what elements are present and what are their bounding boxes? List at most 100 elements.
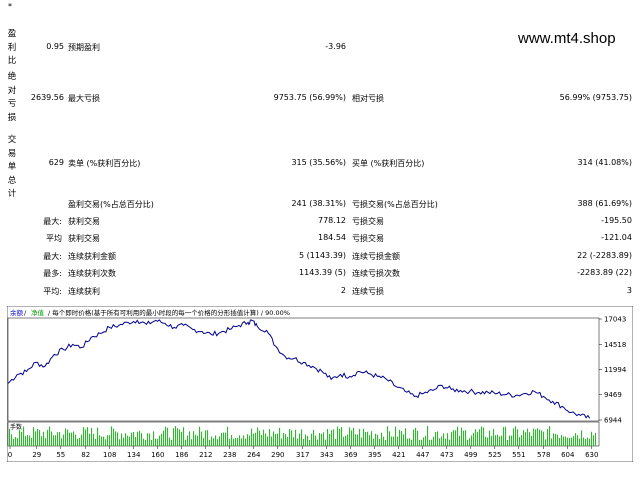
volume-bar (57, 432, 59, 446)
volume-bar (201, 431, 203, 446)
row-label-2: 最大亏损 (68, 94, 100, 103)
volume-bar (41, 436, 43, 446)
x-tick-label: 604 (561, 451, 575, 459)
x-tick-label: 82 (81, 451, 90, 459)
volume-bar (81, 434, 83, 446)
row-label-3: 连续亏损次数 (352, 269, 400, 278)
volume-bar (279, 427, 281, 446)
volume-bar (47, 430, 49, 446)
x-tick-label: 0 (8, 451, 12, 459)
volume-bar (531, 435, 533, 446)
volume-bar (415, 427, 417, 446)
x-tick-label: 369 (344, 451, 357, 459)
row-value-2: 184.54 (318, 233, 346, 242)
volume-bar (447, 433, 449, 446)
volume-bar (301, 429, 303, 446)
volume-bar (87, 427, 89, 446)
volume-bar (123, 437, 125, 446)
volume-bar (77, 438, 79, 446)
volume-bar (187, 435, 189, 446)
x-tick-label: 499 (464, 451, 477, 459)
volume-bar (11, 434, 13, 446)
x-tick-label: 395 (368, 451, 381, 459)
volume-bar (507, 439, 509, 446)
volume-bar (175, 426, 177, 446)
volume-bar (547, 428, 549, 446)
volume-bar (585, 439, 587, 446)
volume-bar (231, 435, 233, 446)
volume-bar (467, 439, 469, 446)
x-tick-label: 29 (32, 451, 41, 459)
volume-bar (67, 429, 69, 446)
volume-bar (545, 439, 547, 446)
volume-bar (255, 432, 257, 446)
volume-bar (361, 437, 363, 446)
volume-bar (115, 431, 117, 446)
volume-bar (557, 434, 559, 446)
volume-bar (27, 435, 29, 446)
volume-bar (383, 436, 385, 446)
volume-bar (413, 429, 415, 446)
volume-bar (497, 434, 499, 446)
volume-bar (455, 430, 457, 446)
volume-bar (537, 428, 539, 446)
volume-bar (159, 435, 161, 446)
x-tick-label: 630 (585, 451, 598, 459)
volume-bar (473, 432, 475, 446)
volume-bar (19, 429, 21, 446)
volume-bar (207, 430, 209, 446)
watermark: www.mt4.shop (518, 30, 616, 47)
volume-bar (215, 435, 217, 446)
volume-bar (89, 433, 91, 446)
volume-bar (457, 426, 459, 446)
volume-bar (515, 426, 517, 446)
volume-bar (307, 436, 309, 446)
volume-bar (353, 427, 355, 446)
volume-bar (183, 427, 185, 446)
volume-bar (295, 429, 297, 446)
volume-bar (549, 426, 551, 446)
volume-bar (151, 439, 153, 446)
volume-bar (393, 436, 395, 446)
row-prefix-label: 最多: (43, 269, 62, 278)
volume-bar (141, 433, 143, 446)
volume-bar (505, 426, 507, 446)
volume-bar (339, 428, 341, 446)
volume-bar (411, 439, 413, 446)
x-tick-label: 317 (296, 451, 309, 459)
volume-bar (305, 434, 307, 446)
volume-bar (121, 433, 123, 446)
volume-bar (163, 430, 165, 446)
volume-bar (273, 431, 275, 446)
volume-bar (459, 435, 461, 446)
volume-bar (583, 437, 585, 446)
volume-bar (93, 433, 95, 446)
row-value-2: 1143.39 (5) (299, 268, 346, 277)
volume-bar (387, 426, 389, 446)
volume-bar (559, 437, 561, 446)
volume-bar (25, 436, 27, 446)
volume-bar (181, 432, 183, 446)
total-trades-label: 交易单总计 (7, 135, 17, 199)
volume-bar (281, 438, 283, 446)
volume-bar (65, 428, 67, 446)
volume-bar (495, 435, 497, 446)
volume-bar (167, 427, 169, 446)
volume-bar (581, 430, 583, 446)
volume-bar (117, 432, 119, 446)
x-tick-label: 238 (223, 451, 236, 459)
volume-bar (267, 436, 269, 446)
volume-bar (403, 434, 405, 446)
volume-bar (561, 434, 563, 446)
row-value-1: 0.95 (46, 42, 64, 51)
x-tick-label: 212 (199, 451, 212, 459)
volume-bar (35, 431, 37, 446)
y-tick-label: 17043 (604, 316, 626, 324)
volume-bar (533, 428, 535, 446)
volume-bar (509, 435, 511, 446)
volume-bar (83, 427, 85, 446)
volume-bar (109, 435, 111, 446)
volume-bar (377, 434, 379, 446)
volume-bar (443, 433, 445, 446)
volume-bar (291, 430, 293, 446)
